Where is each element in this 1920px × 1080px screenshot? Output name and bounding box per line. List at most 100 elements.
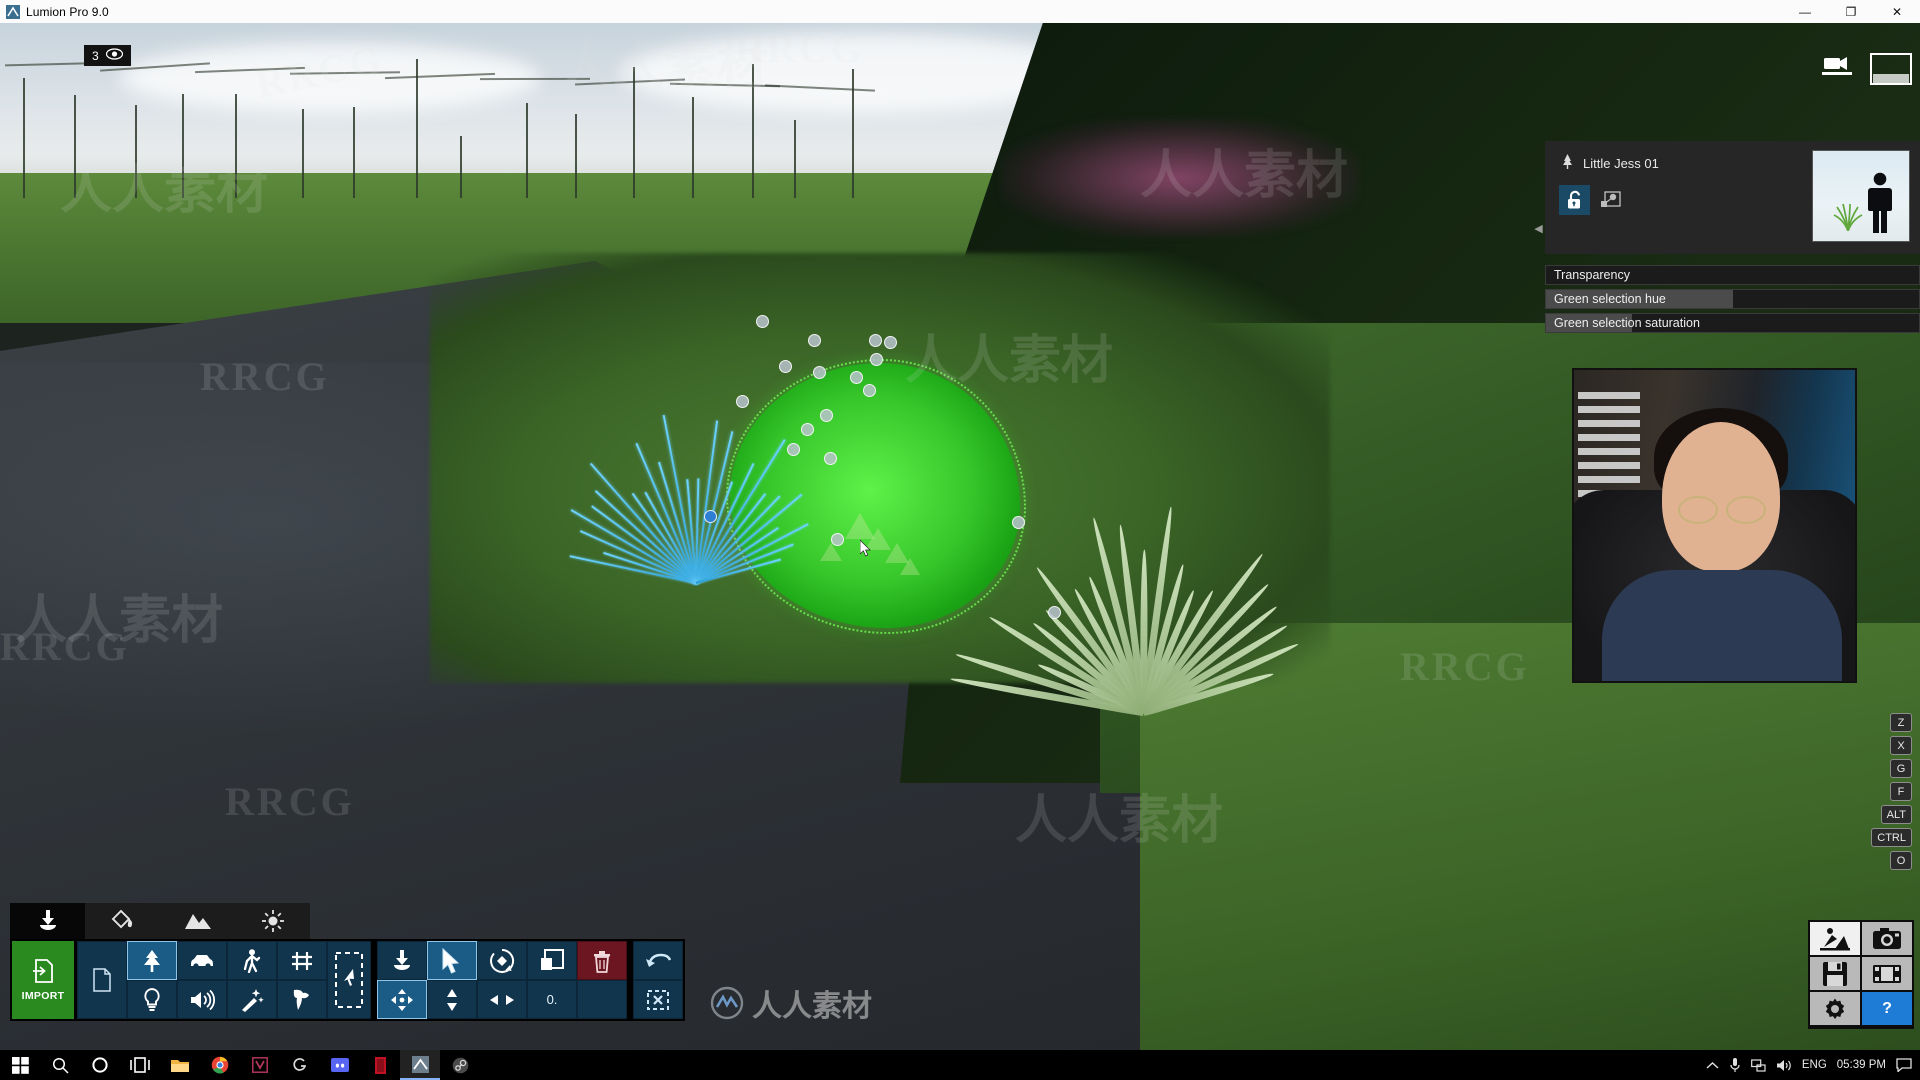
logitech-icon[interactable] — [280, 1050, 320, 1080]
node-handle[interactable] — [884, 336, 897, 349]
shortcut-key-x[interactable]: X — [1890, 736, 1912, 755]
volume-icon[interactable] — [1776, 1059, 1792, 1072]
tab-materials[interactable] — [85, 903, 160, 939]
object-properties-panel[interactable]: ◀ Little Jess 01 Transparency Green sele… — [1545, 141, 1920, 333]
node-handle[interactable] — [824, 452, 837, 465]
node-handle[interactable] — [736, 395, 749, 408]
3d-viewport[interactable]: RRCG RRCG 人人素材 人人素材 人人素材 RRCG 人人素材 RRCG … — [0, 23, 1920, 1057]
effects-category-icon[interactable] — [227, 980, 277, 1019]
move-xy-icon[interactable] — [377, 980, 427, 1019]
node-handle[interactable] — [704, 510, 717, 523]
move-object-icon[interactable] — [427, 941, 477, 980]
object-action-grid[interactable]: 0. — [377, 941, 627, 1019]
lights-category-icon[interactable] — [127, 980, 177, 1019]
build-mode-icon[interactable] — [1810, 922, 1860, 955]
microphone-icon[interactable] — [1729, 1057, 1741, 1073]
node-handle[interactable] — [863, 384, 876, 397]
nature-category-icon[interactable] — [127, 941, 177, 980]
settings-gear-icon[interactable] — [1810, 992, 1860, 1025]
node-handle[interactable] — [787, 443, 800, 456]
transform-bounds-icon[interactable] — [1595, 185, 1626, 215]
outdoor-category-icon[interactable] — [277, 941, 327, 980]
tab-weather[interactable] — [235, 903, 310, 939]
node-handle[interactable] — [1048, 606, 1061, 619]
shortcut-key-z[interactable]: Z — [1890, 713, 1912, 732]
tray-chevron-icon[interactable] — [1706, 1061, 1719, 1070]
viewport-frame-icon[interactable] — [1870, 53, 1912, 90]
help-icon[interactable]: ? — [1862, 992, 1912, 1025]
move-height-icon[interactable] — [427, 980, 477, 1019]
object-category-grid[interactable] — [127, 941, 327, 1019]
maximize-button[interactable]: ❐ — [1828, 0, 1874, 23]
file-explorer-icon[interactable] — [160, 1050, 200, 1080]
transport-category-icon[interactable] — [177, 941, 227, 980]
app-red-icon[interactable] — [360, 1050, 400, 1080]
node-handle[interactable] — [801, 423, 814, 436]
toolbar-main-row[interactable]: IMPORT 0. — [10, 939, 685, 1021]
move-size-icon[interactable] — [477, 980, 527, 1019]
agave-plant[interactable] — [990, 343, 1290, 743]
node-handle[interactable] — [870, 353, 883, 366]
search-icon[interactable] — [40, 1050, 80, 1080]
shortcut-key-g[interactable]: G — [1890, 759, 1912, 778]
library-file-button[interactable] — [77, 941, 127, 1019]
steam-icon[interactable] — [440, 1050, 480, 1080]
movie-mode-icon[interactable] — [1862, 957, 1912, 990]
discord-icon[interactable] — [320, 1050, 360, 1080]
cortana-icon[interactable] — [80, 1050, 120, 1080]
shortcut-key-alt[interactable]: ALT — [1881, 805, 1912, 824]
node-handle[interactable] — [850, 371, 863, 384]
node-handle[interactable] — [869, 334, 882, 347]
rotate-object-icon[interactable] — [477, 941, 527, 980]
place-object-icon[interactable] — [377, 941, 427, 980]
camera-icon[interactable] — [1822, 53, 1856, 84]
blue-wireframe-plant[interactable] — [565, 353, 855, 583]
numeric-input-icon[interactable]: 0. — [527, 980, 577, 1019]
undo-icon[interactable] — [633, 941, 683, 980]
node-handle[interactable] — [813, 366, 826, 379]
sound-category-icon[interactable] — [177, 980, 227, 1019]
node-handle[interactable] — [1012, 516, 1025, 529]
chrome-icon[interactable] — [200, 1050, 240, 1080]
toolbar-tabs[interactable] — [10, 903, 310, 939]
node-handle[interactable] — [808, 334, 821, 347]
deselect-icon[interactable] — [633, 980, 683, 1019]
delete-object-icon[interactable] — [577, 941, 627, 980]
notification-icon[interactable] — [1896, 1058, 1912, 1072]
visibility-layer-indicator[interactable]: 3 — [84, 45, 131, 66]
save-icon[interactable] — [1810, 957, 1860, 990]
bottom-toolbar[interactable]: IMPORT 0. — [10, 903, 685, 1021]
scale-object-icon[interactable] — [527, 941, 577, 980]
minimize-button[interactable]: — — [1782, 0, 1828, 23]
start-button-icon[interactable] — [0, 1050, 40, 1080]
tab-landscape[interactable] — [160, 903, 235, 939]
people-category-icon[interactable] — [227, 941, 277, 980]
lumion-icon[interactable] — [400, 1050, 440, 1080]
tab-objects[interactable] — [10, 903, 85, 939]
eye-icon[interactable] — [106, 47, 123, 65]
tray-clock[interactable]: 05:39 PM — [1837, 1059, 1886, 1071]
viewport-top-icons[interactable] — [1822, 53, 1912, 90]
node-handle[interactable] — [779, 360, 792, 373]
lock-icon[interactable] — [1559, 185, 1590, 215]
task-view-icon[interactable] — [120, 1050, 160, 1080]
node-handle[interactable] — [756, 315, 769, 328]
vegas-icon[interactable] — [240, 1050, 280, 1080]
panel-collapse-arrow[interactable]: ◀ — [1532, 219, 1545, 237]
network-icon[interactable] — [1751, 1059, 1766, 1072]
slider-1[interactable]: Green selection hue — [1545, 289, 1920, 309]
shortcut-key-f[interactable]: F — [1890, 782, 1912, 801]
close-button[interactable]: ✕ — [1874, 0, 1920, 23]
shortcut-key-ctrl[interactable]: CTRL — [1871, 828, 1912, 847]
history-actions[interactable] — [633, 941, 683, 1019]
shortcut-key-list[interactable]: Z X G F ALT CTRL O — [1871, 713, 1912, 870]
fine-detail-category-icon[interactable] — [277, 980, 327, 1019]
tray-language[interactable]: ENG — [1802, 1059, 1827, 1071]
mode-tool-cluster[interactable]: ? — [1808, 920, 1914, 1029]
node-handle[interactable] — [820, 409, 833, 422]
import-button[interactable]: IMPORT — [12, 941, 74, 1019]
photo-mode-icon[interactable] — [1862, 922, 1912, 955]
shortcut-key-o[interactable]: O — [1890, 851, 1912, 870]
system-tray[interactable]: ENG 05:39 PM — [1706, 1057, 1920, 1073]
windows-taskbar[interactable]: ENG 05:39 PM — [0, 1050, 1920, 1080]
